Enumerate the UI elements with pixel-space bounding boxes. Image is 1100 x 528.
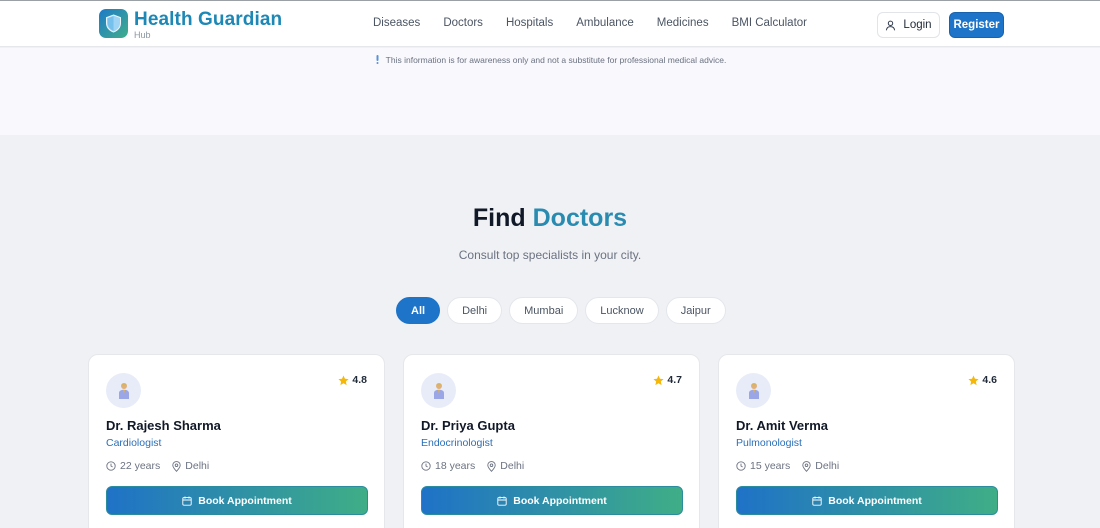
book-appointment-label: Book Appointment <box>198 494 292 507</box>
star-icon <box>338 374 349 385</box>
doctor-icon <box>421 373 456 408</box>
login-button[interactable]: Login <box>877 12 940 38</box>
experience: 18 years <box>421 460 475 472</box>
filter-chip-all[interactable]: All <box>396 297 441 324</box>
doctor-name: Dr. Amit Verma <box>736 418 829 433</box>
book-appointment-button[interactable]: Book Appointment <box>736 486 998 515</box>
login-label: Login <box>903 19 932 31</box>
brand-title[interactable]: Health Guardian <box>134 9 282 31</box>
location: Delhi <box>802 460 839 472</box>
location-text: Delhi <box>185 460 210 472</box>
location: Delhi <box>487 460 524 472</box>
rating-value: 4.8 <box>352 374 367 386</box>
city-filters: All Delhi Mumbai Lucknow Jaipur <box>396 297 726 324</box>
clock-icon <box>421 461 431 471</box>
nav-links: Diseases Doctors Hospitals Ambulance Med… <box>373 17 830 29</box>
calendar-icon <box>812 496 822 506</box>
location: Delhi <box>172 460 209 472</box>
nav-link-bmi-calculator[interactable]: BMI Calculator <box>732 17 807 29</box>
doctor-card: 4.7 Dr. Priya Gupta Endocrinologist 18 y… <box>403 354 700 528</box>
navbar: Health Guardian Hub Diseases Doctors Hos… <box>0 1 1100 47</box>
doctor-name: Dr. Rajesh Sharma <box>106 418 221 433</box>
register-button[interactable]: Register <box>949 12 1004 38</box>
book-appointment-button[interactable]: Book Appointment <box>421 486 683 515</box>
experience-text: 22 years <box>120 460 161 472</box>
filter-chip-delhi[interactable]: Delhi <box>447 297 503 324</box>
location-text: Delhi <box>815 460 840 472</box>
disclaimer: This information is for awareness only a… <box>0 55 1100 65</box>
doctor-name: Dr. Priya Gupta <box>421 418 515 433</box>
doctor-specialty: Endocrinologist <box>421 437 493 449</box>
calendar-icon <box>182 496 192 506</box>
logo-shield-icon[interactable] <box>99 9 128 38</box>
experience-text: 18 years <box>435 460 476 472</box>
doctor-specialty: Pulmonologist <box>736 437 802 449</box>
clock-icon <box>736 461 746 471</box>
filter-chip-mumbai[interactable]: Mumbai <box>509 297 579 324</box>
map-pin-icon <box>172 460 181 472</box>
map-pin-icon <box>487 460 496 472</box>
nav-link-hospitals[interactable]: Hospitals <box>506 17 553 29</box>
clock-icon <box>106 461 116 471</box>
rating-value: 4.7 <box>667 374 682 386</box>
section-title-accent: Doctors <box>532 204 628 232</box>
rating: 4.7 <box>653 374 682 386</box>
filter-chip-lucknow[interactable]: Lucknow <box>585 297 659 324</box>
nav-link-doctors[interactable]: Doctors <box>443 17 483 29</box>
user-icon <box>886 20 896 30</box>
nav-link-diseases[interactable]: Diseases <box>373 17 420 29</box>
rating: 4.8 <box>338 374 367 386</box>
section-title: Find Doctors <box>0 204 1100 233</box>
section-title-plain: Find <box>472 204 526 232</box>
rating: 4.6 <box>968 374 997 386</box>
rating-value: 4.6 <box>982 374 997 386</box>
doctor-specialty: Cardiologist <box>106 437 162 449</box>
book-appointment-button[interactable]: Book Appointment <box>106 486 368 515</box>
doctor-card: 4.6 Dr. Amit Verma Pulmonologist 15 year… <box>718 354 1015 528</box>
experience-text: 15 years <box>750 460 791 472</box>
doctor-icon <box>106 373 141 408</box>
experience: 22 years <box>106 460 160 472</box>
star-icon <box>653 374 664 385</box>
doctor-meta: 15 years Delhi <box>736 460 851 472</box>
location-text: Delhi <box>500 460 525 472</box>
star-icon <box>968 374 979 385</box>
book-appointment-label: Book Appointment <box>513 494 607 507</box>
nav-link-medicines[interactable]: Medicines <box>657 17 709 29</box>
doctor-meta: 22 years Delhi <box>106 460 221 472</box>
map-pin-icon <box>802 460 811 472</box>
doctor-icon <box>736 373 771 408</box>
experience: 15 years <box>736 460 790 472</box>
calendar-icon <box>497 496 507 506</box>
doctor-card: 4.8 Dr. Rajesh Sharma Cardiologist 22 ye… <box>88 354 385 528</box>
nav-link-ambulance[interactable]: Ambulance <box>576 17 634 29</box>
disclaimer-text: This information is for awareness only a… <box>385 55 727 65</box>
filter-chip-jaipur[interactable]: Jaipur <box>665 297 726 324</box>
disclaimer-band: This information is for awareness only a… <box>0 48 1100 135</box>
section-subtitle: Consult top specialists in your city. <box>458 248 642 262</box>
doctor-meta: 18 years Delhi <box>421 460 536 472</box>
book-appointment-label: Book Appointment <box>828 494 922 507</box>
info-icon <box>376 55 379 64</box>
brand-subtitle: Hub <box>134 30 151 40</box>
